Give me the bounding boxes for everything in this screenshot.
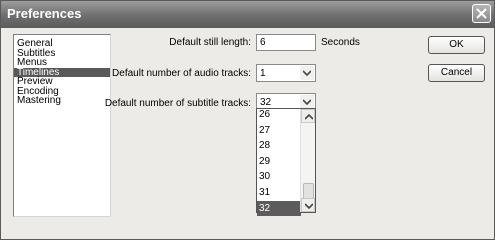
chevron-down-icon [303,70,311,76]
category-list[interactable]: General Subtitles Menus Timelines Preview Enc… [13,34,111,217]
scroll-up-button[interactable] [301,109,315,123]
dropdown-option[interactable]: 26 [257,107,301,123]
dropdown-option[interactable]: 31 [257,185,301,201]
subtitle-tracks-label: Default number of subtitle tracks: [104,98,251,109]
cancel-button[interactable]: Cancel [428,64,485,82]
dropdown-option[interactable]: 29 [257,154,301,170]
chevron-down-icon [303,99,311,105]
ok-button[interactable]: OK [428,36,485,54]
window-title: Preferences [7,6,82,21]
dropdown-option[interactable]: 32 [257,200,301,217]
dropdown-option[interactable]: 27 [257,123,301,139]
subtitle-tracks-dropdown-arrow[interactable] [300,95,314,109]
audio-tracks-dropdown-arrow[interactable] [300,66,314,80]
audio-tracks-value: 1 [260,68,266,79]
chevron-down-icon [305,203,313,209]
still-length-label: Default still length: [169,37,251,48]
still-length-input[interactable]: 6 [256,34,316,51]
chevron-up-icon [305,114,313,120]
subtitle-tracks-dropdown-list[interactable]: 26 27 28 29 30 31 32 [256,107,316,217]
scroll-down-button[interactable] [301,198,315,212]
title-bar[interactable]: Preferences [1,1,494,28]
dropdown-option[interactable]: 28 [257,138,301,154]
close-button[interactable] [472,4,491,23]
still-length-value: 6 [260,37,266,48]
audio-tracks-label: Default number of audio tracks: [112,68,251,79]
close-icon [476,8,487,19]
sidebar-item-mastering[interactable]: Mastering [14,96,110,106]
preferences-dialog: Preferences General Subtitles Menus Timelin… [0,0,495,240]
still-length-unit: Seconds [321,37,360,48]
audio-tracks-select[interactable]: 1 [256,64,316,82]
dropdown-scrollbar[interactable] [300,109,315,212]
dropdown-option[interactable]: 30 [257,169,301,185]
